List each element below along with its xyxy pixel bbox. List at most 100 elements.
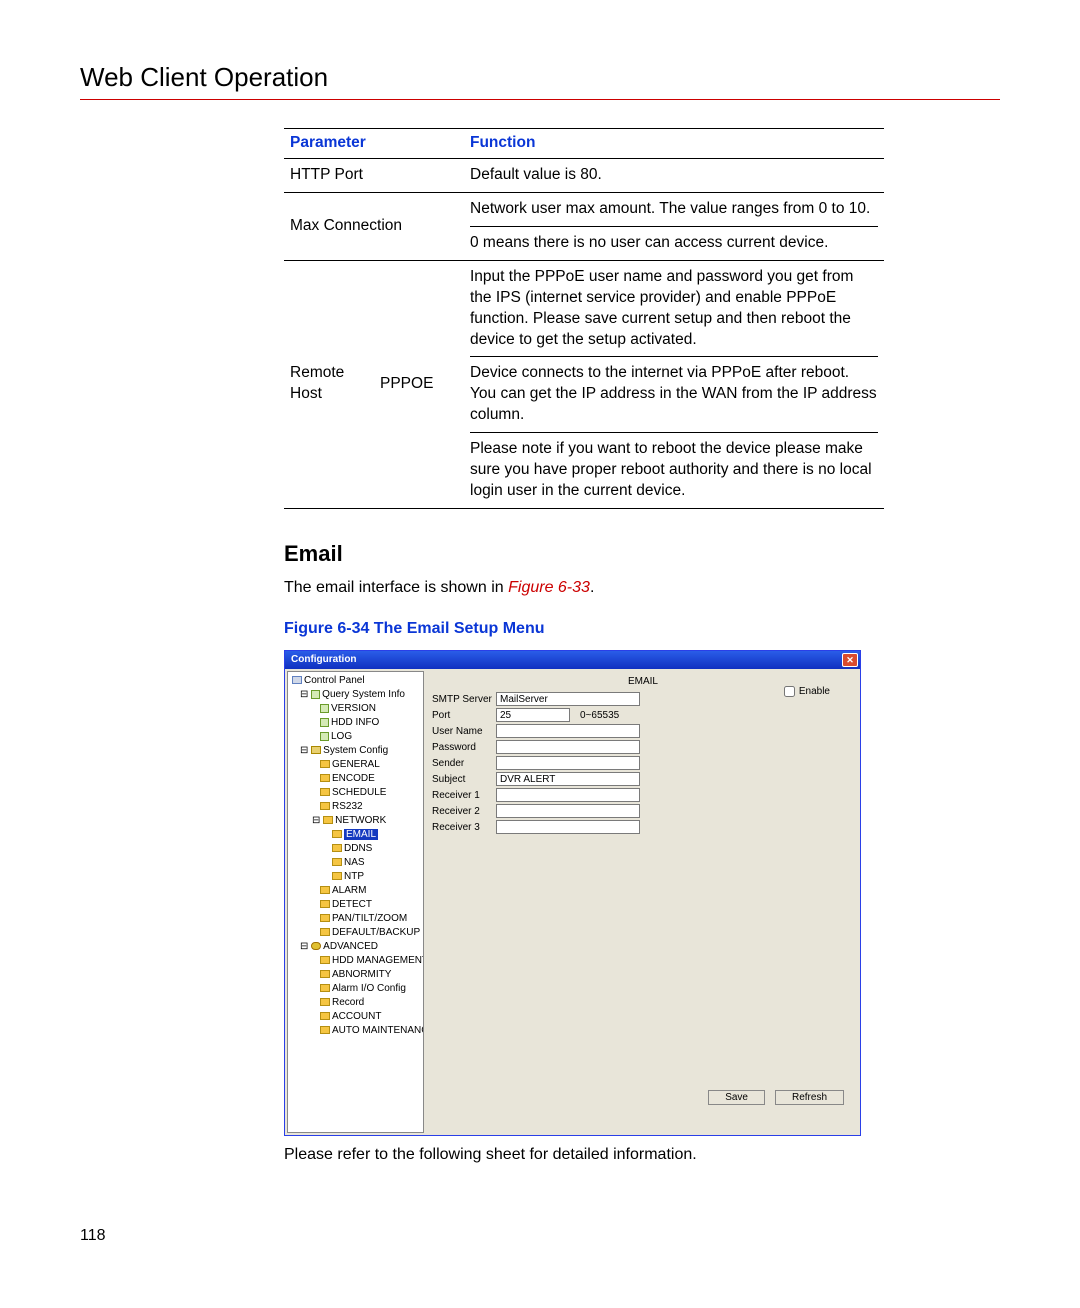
folder-icon: [320, 970, 330, 978]
receiver1-input[interactable]: [496, 788, 640, 802]
save-button[interactable]: Save: [708, 1090, 765, 1105]
label-username: User Name: [432, 725, 496, 739]
tree-item[interactable]: Record: [332, 997, 364, 1008]
port-input[interactable]: [496, 708, 570, 722]
th-function: Function: [464, 129, 884, 159]
label-subject: Subject: [432, 773, 496, 787]
tree-item[interactable]: DETECT: [332, 899, 372, 910]
folder-icon: [332, 858, 342, 866]
cell-pppoe-func: Input the PPPoE user name and password y…: [464, 260, 884, 508]
label-smtp: SMTP Server: [432, 693, 496, 707]
port-hint: 0~65535: [580, 709, 619, 723]
tree-item[interactable]: PAN/TILT/ZOOM: [332, 913, 407, 924]
label-password: Password: [432, 741, 496, 755]
cell-remote-host: Remote Host: [284, 260, 374, 508]
subject-input[interactable]: [496, 772, 640, 786]
receiver3-input[interactable]: [496, 820, 640, 834]
page-number: 118: [80, 1225, 1000, 1247]
tree-item[interactable]: VERSION: [331, 703, 376, 714]
nav-tree[interactable]: Control Panel ⊟ Query System Info VERSIO…: [287, 671, 424, 1133]
section-intro: The email interface is shown in Figure 6…: [284, 577, 1000, 599]
tree-item[interactable]: DEFAULT/BACKUP: [332, 927, 420, 938]
tree-item[interactable]: HDD MANAGEMENT: [332, 955, 424, 966]
text: Please note if you want to reboot the de…: [470, 432, 878, 502]
titlebar-text: Configuration: [291, 653, 357, 667]
figure-link: Figure 6-33: [508, 579, 590, 596]
cell-max-conn-func: Network user max amount. The value range…: [464, 192, 884, 260]
folder-icon: [320, 788, 330, 796]
gear-icon: [311, 942, 321, 950]
tree-item[interactable]: ACCOUNT: [332, 1011, 381, 1022]
tree-item[interactable]: LOG: [331, 731, 352, 742]
titlebar: Configuration ✕: [285, 651, 860, 669]
label-receiver3: Receiver 3: [432, 821, 496, 835]
folder-icon: [320, 914, 330, 922]
panel-icon: [292, 676, 302, 684]
tree-item[interactable]: NTP: [344, 871, 364, 882]
folder-icon: [332, 844, 342, 852]
tree-item[interactable]: ALARM: [332, 885, 366, 896]
tree-item[interactable]: SCHEDULE: [332, 787, 386, 798]
text: 0 means there is no user can access curr…: [470, 226, 878, 254]
folder-icon: [323, 816, 333, 824]
tree-item[interactable]: ADVANCED: [323, 941, 378, 952]
smtp-input[interactable]: [496, 692, 640, 706]
page-title: Web Client Operation: [80, 60, 1000, 95]
label-port: Port: [432, 709, 496, 723]
doc-icon: [311, 690, 320, 699]
text: .: [590, 579, 594, 596]
box-icon: [311, 746, 321, 754]
password-input[interactable]: [496, 740, 640, 754]
text: Network user max amount. The value range…: [470, 199, 878, 220]
enable-checkbox[interactable]: [784, 686, 795, 697]
tree-item-selected[interactable]: EMAIL: [344, 829, 378, 840]
folder-icon: [320, 998, 330, 1006]
label-receiver2: Receiver 2: [432, 805, 496, 819]
tree-item[interactable]: ABNORMITY: [332, 969, 391, 980]
cell-pppoe: PPPOE: [374, 260, 464, 508]
tree-item[interactable]: NETWORK: [335, 815, 386, 826]
tree-item[interactable]: NAS: [344, 857, 365, 868]
folder-icon: [320, 774, 330, 782]
folder-icon: [320, 928, 330, 936]
label-sender: Sender: [432, 757, 496, 771]
main-panel: EMAIL Enable SMTP Server Port 0~65535 Us…: [426, 669, 860, 1135]
sender-input[interactable]: [496, 756, 640, 770]
folder-icon: [332, 872, 342, 880]
text: Input the PPPoE user name and password y…: [470, 267, 878, 351]
screenshot-window: Configuration ✕ Control Panel ⊟ Query Sy…: [284, 650, 861, 1136]
cell-http-port-func: Default value is 80.: [464, 159, 884, 193]
enable-label: Enable: [799, 685, 830, 699]
folder-icon: [320, 886, 330, 894]
title-rule: [80, 99, 1000, 100]
refresh-button[interactable]: Refresh: [775, 1090, 844, 1105]
folder-icon: [332, 830, 342, 838]
figure-caption: Figure 6-34 The Email Setup Menu: [284, 618, 1000, 640]
tree-item[interactable]: HDD INFO: [331, 717, 379, 728]
section-heading: Email: [284, 539, 1000, 569]
tree-item[interactable]: ENCODE: [332, 773, 375, 784]
tree-item[interactable]: Query System Info: [322, 689, 405, 700]
username-input[interactable]: [496, 724, 640, 738]
th-parameter: Parameter: [284, 129, 464, 159]
cell-http-port: HTTP Port: [284, 159, 464, 193]
doc-icon: [320, 732, 329, 741]
tree-item[interactable]: System Config: [323, 745, 388, 756]
close-icon[interactable]: ✕: [842, 653, 858, 667]
doc-icon: [320, 718, 329, 727]
tree-item[interactable]: RS232: [332, 801, 363, 812]
tree-item[interactable]: GENERAL: [332, 759, 380, 770]
text: The email interface is shown in: [284, 579, 508, 596]
folder-icon: [320, 1026, 330, 1034]
folder-icon: [320, 984, 330, 992]
parameter-table: Parameter Function HTTP Port Default val…: [284, 128, 884, 509]
folder-icon: [320, 760, 330, 768]
doc-icon: [320, 704, 329, 713]
tree-item[interactable]: DDNS: [344, 843, 372, 854]
tree-item[interactable]: AUTO MAINTENANCE: [332, 1025, 424, 1036]
label-receiver1: Receiver 1: [432, 789, 496, 803]
receiver2-input[interactable]: [496, 804, 640, 818]
cell-max-conn: Max Connection: [284, 192, 464, 260]
tree-item[interactable]: Alarm I/O Config: [332, 983, 406, 994]
tree-root[interactable]: Control Panel: [304, 675, 365, 686]
